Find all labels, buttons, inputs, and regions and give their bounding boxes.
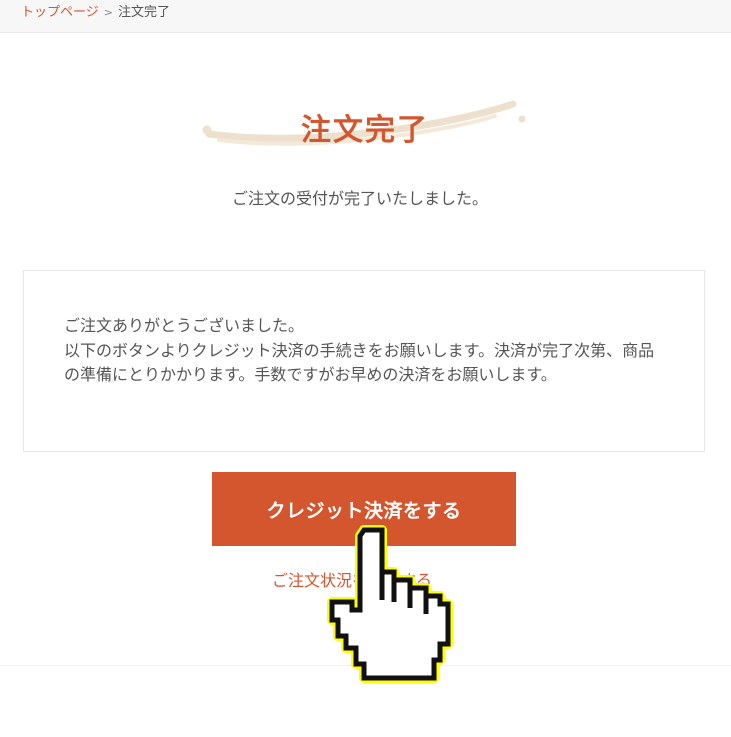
hand-pointer-icon: [327, 525, 453, 683]
breadcrumb: トップページ > 注文完了: [0, 0, 731, 33]
page-title: 注文完了: [301, 113, 429, 148]
breadcrumb-home-link[interactable]: トップページ: [21, 5, 99, 20]
message-box: ご注文ありがとうございました。 以下のボタンよりクレジット決済の手続きをお願いし…: [23, 270, 705, 452]
message-text: ご注文ありがとうございました。 以下のボタンよりクレジット決済の手続きをお願いし…: [64, 316, 655, 384]
page-subtitle: ご注文の受付が完了いたしました。: [231, 189, 488, 208]
breadcrumb-separator: >: [103, 6, 113, 19]
title-block: 注文完了: [195, 88, 535, 162]
breadcrumb-current: 注文完了: [117, 5, 170, 20]
